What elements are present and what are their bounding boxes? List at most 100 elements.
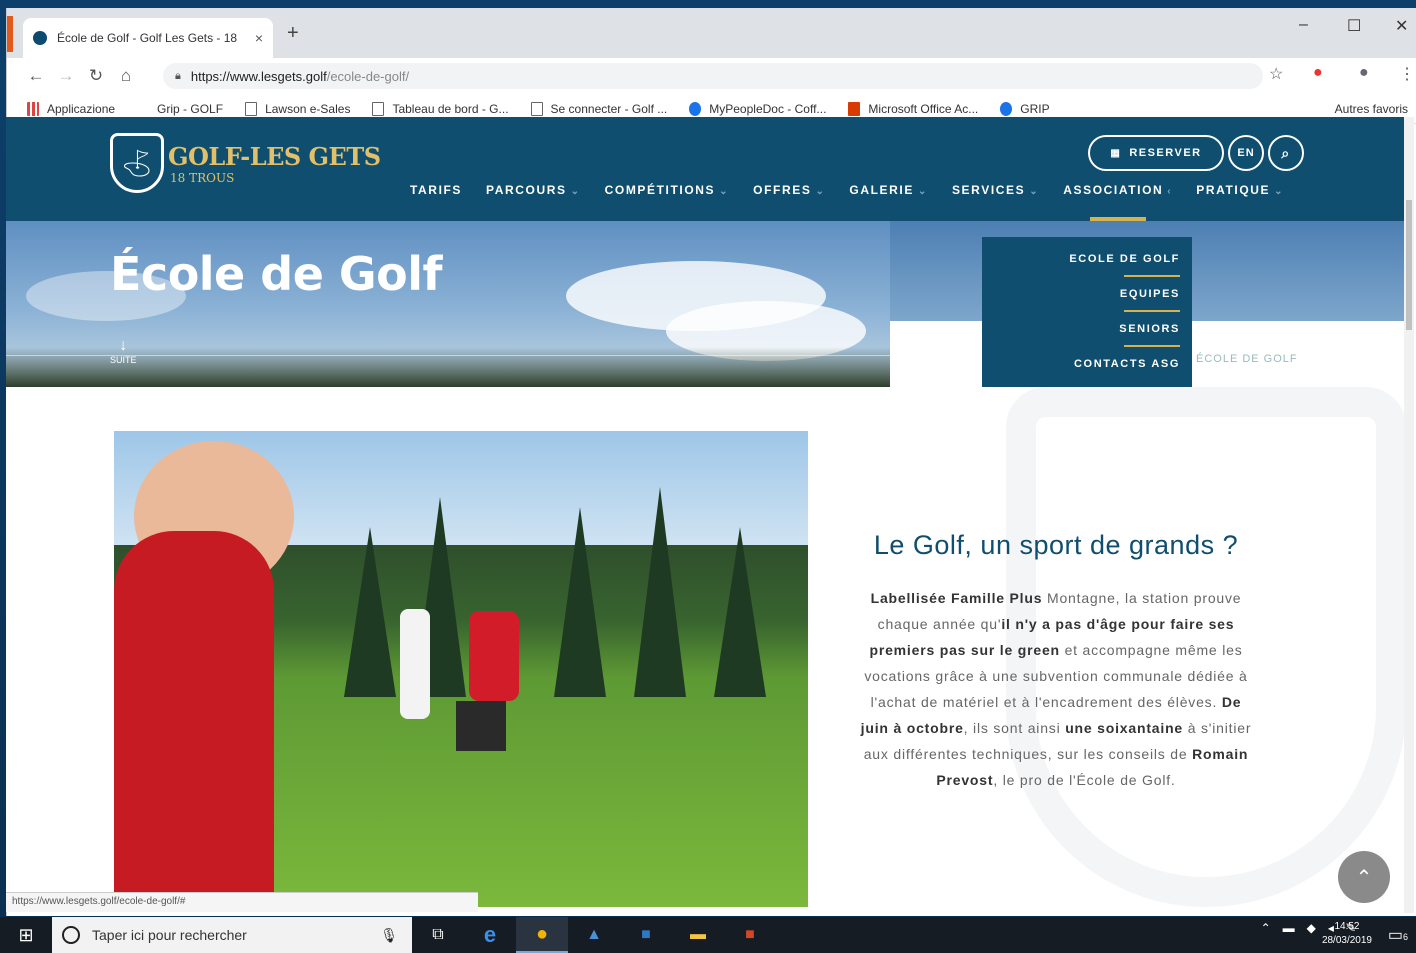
nav-parcours[interactable]: PARCOURS ⌄ — [486, 183, 581, 197]
language-button[interactable]: EN — [1228, 135, 1264, 171]
nav-offres[interactable]: OFFRES ⌄ — [753, 183, 825, 197]
tab-close-icon[interactable]: × — [255, 30, 263, 46]
extension-icon[interactable]: ● — [1313, 64, 1323, 82]
tree — [714, 527, 766, 697]
close-window-button[interactable]: ✕ — [1395, 16, 1408, 36]
maximize-button[interactable]: ☐ — [1347, 16, 1361, 36]
text: , ils sont ainsi — [963, 720, 1066, 736]
chevron-up-icon: ⌃ — [1355, 866, 1373, 889]
tab-title: École de Golf - Golf Les Gets - 18 — [57, 31, 238, 45]
battery-icon[interactable]: ▬ — [1283, 921, 1295, 935]
back-icon[interactable]: ← — [21, 66, 51, 86]
chevron-down-icon: ⌄ — [1029, 186, 1040, 197]
bookmark-item[interactable]: Applicazione — [27, 101, 115, 116]
submenu-seniors[interactable]: SENIORS — [982, 323, 1180, 358]
other-bookmarks-label: Autres favoris — [1334, 102, 1408, 116]
nav-pratique[interactable]: PRATIQUE ⌄ — [1196, 183, 1284, 197]
golf-school-photo — [114, 431, 808, 907]
profile-avatar-icon[interactable]: ● — [1359, 64, 1369, 82]
reload-icon[interactable]: ↻ — [81, 66, 111, 86]
microphone-icon[interactable]: 🎙︎ — [380, 927, 398, 944]
forward-icon[interactable]: → — [51, 66, 81, 86]
taskbar-clock[interactable]: 14:52 28/03/2019 — [1322, 920, 1372, 948]
nav-label: OFFRES — [753, 183, 812, 197]
chrome-icon[interactable]: ● — [516, 917, 568, 953]
grip-icon — [1000, 101, 1013, 116]
search-icon[interactable]: ⌕ — [1268, 135, 1304, 171]
submenu-label: SENIORS — [1119, 323, 1180, 335]
file-explorer-icon[interactable]: ▬ — [672, 917, 724, 953]
submenu-underline — [1124, 275, 1180, 277]
submenu-label: EQUIPES — [1119, 288, 1180, 300]
tree — [554, 507, 606, 697]
bookmark-item[interactable]: MyPeopleDoc - Coff... — [689, 101, 826, 116]
bookmark-label: GRIP — [1020, 101, 1050, 116]
chevron-down-icon: ⌄ — [570, 186, 581, 197]
bookmark-item[interactable]: Grip - GOLF — [137, 102, 223, 116]
url-path: /ecole-de-golf/ — [326, 68, 410, 84]
app-icon[interactable]: ▲ — [568, 917, 620, 953]
logo-subtitle: 18 TROUS — [170, 170, 235, 185]
intro-section: Le Golf, un sport de grands ? Labellisée… — [856, 529, 1256, 793]
url-host: https://www.lesgets.golf — [190, 68, 327, 84]
browser-tab-active[interactable]: École de Golf - Golf Les Gets - 18 × — [23, 18, 273, 58]
nav-tarifs[interactable]: TARIFS — [410, 183, 462, 197]
section-heading: Le Golf, un sport de grands ? — [873, 530, 1239, 560]
foreground-child-figure — [114, 531, 274, 907]
tree — [634, 487, 686, 697]
tab-bar: École de Golf - Golf Les Gets - 18 × + –… — [7, 8, 1416, 58]
bookmark-item[interactable]: Tableau de bord - G... — [372, 101, 509, 116]
folder-icon — [1315, 103, 1327, 115]
network-icon[interactable]: ◆ — [1307, 921, 1316, 935]
bookmark-star-icon[interactable]: ☆ — [1269, 64, 1283, 84]
nav-association[interactable]: ASSOCIATION ‹ — [1063, 183, 1172, 197]
scroll-down-link[interactable]: ↓ SUITE — [110, 337, 137, 365]
nav-competitions[interactable]: COMPÉTITIONS ⌄ — [605, 183, 730, 197]
text: , le pro de l'École de Golf. — [993, 772, 1176, 788]
minimize-button[interactable]: – — [1299, 16, 1308, 34]
new-tab-button[interactable]: + — [287, 22, 299, 45]
chevron-down-icon: ⌄ — [1274, 186, 1285, 197]
submenu-ecole-de-golf[interactable]: ECOLE DE GOLF — [982, 253, 1180, 288]
page-title: École de Golf — [110, 247, 443, 301]
task-view-icon[interactable]: ⧉ — [412, 917, 464, 953]
bookmark-item[interactable]: Se connecter - Golf ... — [530, 101, 668, 116]
search-placeholder: Taper ici pour rechercher — [92, 927, 247, 943]
intro-paragraph: Labellisée Famille Plus Montagne, la sta… — [856, 585, 1256, 793]
reserve-button[interactable]: ▦ RESERVER — [1088, 135, 1224, 171]
bookmark-item[interactable]: Lawson e-Sales — [245, 101, 350, 116]
scrollbar-thumb[interactable] — [1406, 200, 1412, 330]
address-bar[interactable]: 🔒︎ https://www.lesgets.golf/ecole-de-gol… — [163, 63, 1263, 89]
windows-start-icon[interactable]: ⊞ — [0, 917, 52, 953]
tray-chevron-up-icon[interactable]: ⌃ — [1261, 921, 1271, 935]
other-bookmarks[interactable]: Autres favoris — [1315, 102, 1408, 116]
outlook-icon[interactable]: ■ — [620, 917, 672, 953]
bookmark-item[interactable]: GRIP — [1000, 101, 1050, 116]
chevron-down-icon: ⌄ — [719, 186, 730, 197]
bookmark-label: Se connecter - Golf ... — [550, 101, 668, 116]
clock-date: 28/03/2019 — [1321, 935, 1372, 946]
internet-explorer-icon[interactable]: e — [464, 917, 516, 953]
child-golfer-shorts — [456, 701, 506, 751]
taskbar: ⊞ Taper ici pour rechercher 🎙︎ ⧉ e ● ▲ ■… — [0, 917, 1416, 953]
bookmark-item[interactable]: Microsoft Office Ac... — [848, 101, 978, 116]
page-icon — [245, 101, 258, 116]
favicon-icon — [33, 31, 47, 45]
submenu-equipes[interactable]: EQUIPES — [982, 288, 1180, 323]
menu-kebab-icon[interactable]: ⋮ — [1399, 64, 1415, 84]
apps-icon — [27, 101, 39, 116]
site-logo[interactable]: ⛳︎ GOLF-LES GETS 18 TROUS — [110, 133, 381, 193]
nav-galerie[interactable]: GALERIE ⌄ — [849, 183, 928, 197]
notifications-icon[interactable]: ▭6 — [1388, 925, 1408, 945]
taskbar-search[interactable]: Taper ici pour rechercher 🎙︎ — [52, 917, 412, 953]
nav-services[interactable]: SERVICES ⌄ — [952, 183, 1039, 197]
breadcrumb[interactable]: ÉCOLE DE GOLF — [1196, 353, 1298, 365]
home-icon[interactable]: ⌂ — [111, 66, 141, 86]
text-bold: Labellisée Famille Plus — [870, 590, 1043, 606]
back-to-top-button[interactable]: ⌃ — [1338, 851, 1390, 903]
submenu-contacts-asg[interactable]: CONTACTS ASG — [982, 358, 1180, 393]
page-icon — [530, 101, 543, 116]
page-icon — [372, 101, 385, 116]
web-page: ⛳︎ GOLF-LES GETS 18 TROUS ▦ RESERVER EN … — [6, 117, 1404, 907]
powerpoint-icon[interactable]: ■ — [724, 917, 776, 953]
